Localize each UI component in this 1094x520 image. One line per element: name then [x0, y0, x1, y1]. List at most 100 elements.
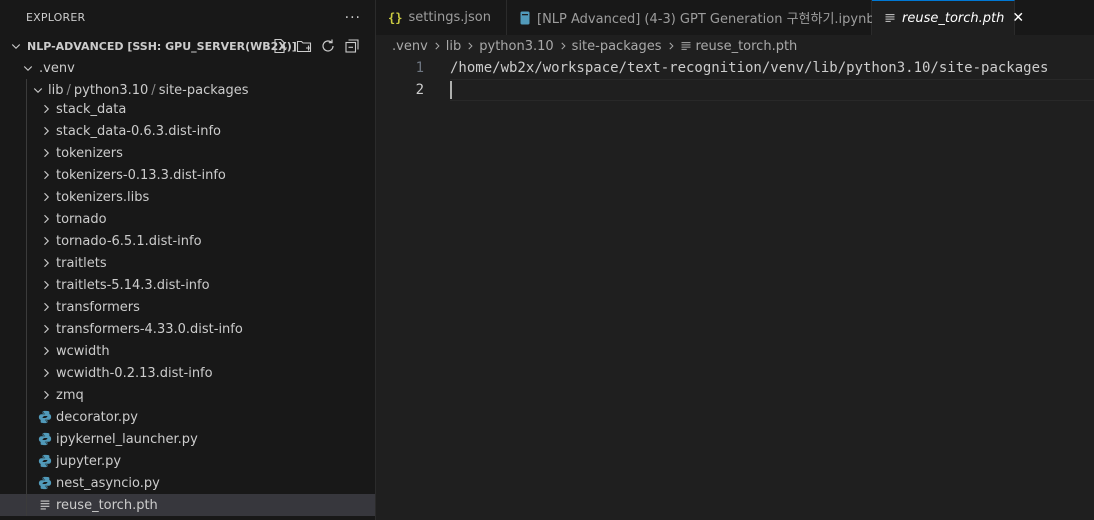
tree-file[interactable]: decorator.py [0, 406, 375, 428]
breadcrumb: .venv lib python3.10 site-packages reuse… [376, 35, 1094, 57]
indent-guide [26, 428, 27, 450]
chevron-right-icon [38, 343, 54, 359]
chevron-right-icon [558, 41, 568, 51]
chevron-right-icon [38, 145, 54, 161]
chevron-right-icon [38, 233, 54, 249]
tree-label: tornado [56, 211, 107, 227]
tree-folder[interactable]: wcwidth [0, 340, 375, 362]
explorer-sidebar: EXPLORER ··· NLP-ADVANCED [SSH: GPU_SERV… [0, 0, 376, 520]
more-actions-icon[interactable]: ··· [345, 10, 361, 26]
workspace-root[interactable]: NLP-ADVANCED [SSH: GPU_SERVER(WB2X)] [0, 35, 375, 57]
tree-label: stack_data-0.6.3.dist-info [56, 123, 222, 139]
tree-folder[interactable]: tornado [0, 208, 375, 230]
refresh-icon[interactable] [319, 37, 337, 55]
tab-label: [NLP Advanced] (4-3) GPT Generation 구현하기… [537, 12, 875, 27]
indent-guide [26, 362, 27, 384]
tree-file-selected[interactable]: reuse_torch.pth [0, 494, 375, 516]
indent-guide [26, 384, 27, 406]
code-line[interactable]: 1 /home/wb2x/workspace/text-recognition/… [376, 57, 1094, 79]
tree-label: decorator.py [56, 409, 138, 425]
tab-settings-json[interactable]: {} settings.json [376, 0, 507, 35]
breadcrumb-item[interactable]: .venv [392, 39, 428, 54]
python-icon [37, 409, 53, 425]
tree-folder[interactable]: tokenizers [0, 142, 375, 164]
workspace-name: NLP-ADVANCED [SSH: GPU_SERVER(WB2X)] [27, 39, 297, 53]
tree-folder[interactable]: tokenizers-0.13.3.dist-info [0, 164, 375, 186]
chevron-right-icon [38, 255, 54, 271]
new-file-icon[interactable] [271, 37, 289, 55]
tree-file[interactable]: ipykernel_launcher.py [0, 428, 375, 450]
indent-guide [26, 406, 27, 428]
tree-folder[interactable]: traitlets [0, 252, 375, 274]
compact-path-python[interactable]: python3.10 [74, 83, 148, 98]
tree-label: traitlets-5.14.3.dist-info [56, 277, 210, 293]
tree-label: traitlets [56, 255, 107, 271]
tree-folder[interactable]: wcwidth-0.2.13.dist-info [0, 362, 375, 384]
indent-guide [26, 164, 27, 186]
breadcrumb-item[interactable]: python3.10 [479, 39, 553, 54]
tree-folder[interactable]: transformers-4.33.0.dist-info [0, 318, 375, 340]
indent-guide [26, 252, 27, 274]
code-editor[interactable]: 1 /home/wb2x/workspace/text-recognition/… [376, 57, 1094, 101]
tab-reuse-torch[interactable]: reuse_torch.pth ✕ [872, 0, 1024, 35]
tree-label: zmq [56, 387, 84, 403]
line-number: 1 [415, 60, 424, 76]
chevron-right-icon [38, 211, 54, 227]
python-icon [37, 475, 53, 491]
tree-label: tokenizers.libs [56, 189, 150, 205]
editor-area: {} settings.json [NLP Advanced] (4-3) GP… [376, 0, 1094, 520]
tree-label: transformers [56, 299, 140, 315]
breadcrumb-item[interactable]: site-packages [572, 39, 662, 54]
breadcrumb-item[interactable]: lib [446, 39, 461, 54]
tree-folder[interactable]: tornado-6.5.1.dist-info [0, 230, 375, 252]
text-file-icon [680, 40, 692, 52]
tree-label: tornado-6.5.1.dist-info [56, 233, 202, 249]
new-folder-icon[interactable] [295, 37, 313, 55]
indent-guide [26, 208, 27, 230]
indent-guide [26, 142, 27, 164]
tree-label: jupyter.py [56, 453, 122, 469]
tree-file[interactable]: jupyter.py [0, 450, 375, 472]
chevron-right-icon [38, 123, 54, 139]
indent-guide [26, 120, 27, 142]
tree-folder[interactable]: tokenizers.libs [0, 186, 375, 208]
breadcrumb-item[interactable]: reuse_torch.pth [696, 39, 798, 54]
indent-guide [26, 296, 27, 318]
indent-guide [26, 274, 27, 296]
tree-label: transformers-4.33.0.dist-info [56, 321, 243, 337]
tree-folder[interactable]: stack_data-0.6.3.dist-info [0, 120, 375, 142]
chevron-right-icon [38, 277, 54, 293]
indent-guide [26, 186, 27, 208]
chevron-right-icon [38, 365, 54, 381]
chevron-down-icon [8, 38, 24, 54]
compact-path-lib[interactable]: lib [48, 83, 63, 98]
chevron-right-icon [465, 41, 475, 51]
text-file-icon [37, 497, 53, 513]
indent-guide [26, 318, 27, 340]
indent-guide [26, 230, 27, 252]
tree-label: tokenizers-0.13.3.dist-info [56, 167, 226, 183]
compact-path-site-packages[interactable]: site-packages [159, 83, 249, 98]
collapse-all-icon[interactable] [343, 37, 361, 55]
chevron-right-icon [38, 299, 54, 315]
tree-folder[interactable]: zmq [0, 384, 375, 406]
indent-guide [26, 98, 27, 120]
tree-folder-venv[interactable]: .venv [0, 57, 375, 79]
file-tree: stack_data stack_data-0.6.3.dist-info to… [0, 98, 375, 516]
tree-folder[interactable]: traitlets-5.14.3.dist-info [0, 274, 375, 296]
tree-label: .venv [39, 60, 75, 76]
tab-notebook[interactable]: [NLP Advanced] (4-3) GPT Generation 구현하기… [507, 0, 875, 35]
python-icon [37, 431, 53, 447]
tree-label: nest_asyncio.py [56, 475, 160, 491]
tree-folder[interactable]: stack_data [0, 98, 375, 120]
chevron-right-icon [38, 101, 54, 117]
close-icon[interactable]: ✕ [1012, 10, 1024, 26]
code-line-current[interactable]: 2 [376, 79, 1094, 101]
explorer-title: EXPLORER [26, 11, 86, 24]
workspace-actions [271, 37, 361, 55]
tree-label: wcwidth-0.2.13.dist-info [56, 365, 213, 381]
line-number: 2 [415, 82, 424, 98]
tree-file[interactable]: nest_asyncio.py [0, 472, 375, 494]
tree-folder[interactable]: transformers [0, 296, 375, 318]
tab-label: reuse_torch.pth [902, 10, 1005, 26]
